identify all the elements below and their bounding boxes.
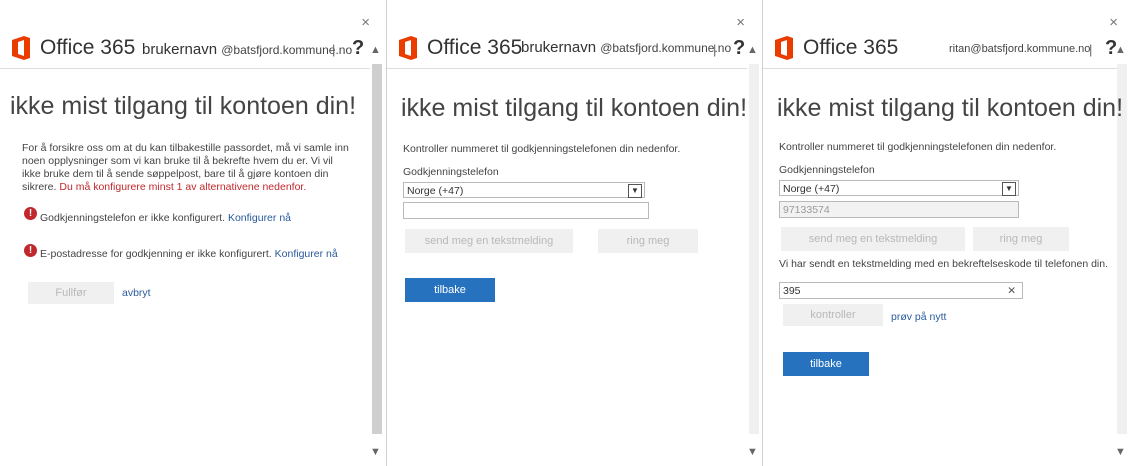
phone-input: 97133574	[779, 201, 1019, 218]
brand-title: Office 365	[40, 36, 136, 59]
dialog-header: Office 365 ritan@batsfjord.kommune.no | …	[773, 36, 1117, 64]
help-icon[interactable]: ?	[733, 37, 745, 60]
close-icon[interactable]: ×	[736, 14, 745, 31]
dialog-panel-1: × Office 365 brukernavn @batsfjord.kommu…	[0, 0, 384, 466]
finish-button[interactable]: Fullfør	[28, 282, 114, 304]
header-separator: |	[332, 42, 336, 57]
call-me-button[interactable]: ring meg	[973, 227, 1069, 251]
configure-phone-link[interactable]: Konfigurer nå	[228, 212, 291, 224]
chevron-down-icon[interactable]: ▼	[1002, 182, 1016, 196]
scroll-track[interactable]	[749, 64, 759, 434]
clear-icon[interactable]: ✕	[1007, 283, 1016, 300]
signed-in-account: brukernavn @batsfjord.kommune.no	[521, 39, 732, 56]
phone-not-configured-row: Godkjenningstelefon er ikke konfigurert.…	[40, 212, 291, 224]
intro-text: For å forsikre oss om at du kan tilbakes…	[22, 142, 349, 193]
page-title: ikke mist tilgang til kontoen din!	[401, 94, 748, 122]
country-select[interactable]: Norge (+47) ▼	[779, 180, 1019, 196]
sms-sent-message: Vi har sendt en tekstmelding med en bekr…	[779, 258, 1109, 270]
instruction-text: Kontroller nummeret til godkjenningstele…	[403, 143, 681, 155]
send-sms-button[interactable]: send meg en tekstmelding	[405, 229, 573, 253]
scroll-down-icon[interactable]: ▼	[370, 446, 381, 458]
header-separator: |	[713, 42, 717, 57]
back-button[interactable]: tilbake	[405, 278, 495, 302]
dialog-panel-2: × Office 365 brukernavn @batsfjord.kommu…	[386, 0, 761, 466]
scrollbar[interactable]: ▲ ▼	[370, 44, 384, 458]
phone-input[interactable]	[403, 202, 649, 219]
retry-link[interactable]: prøv på nytt	[891, 311, 946, 324]
close-icon[interactable]: ×	[361, 14, 370, 31]
dialog-header: Office 365 brukernavn @batsfjord.kommune…	[397, 36, 745, 64]
phone-label: Godkjenningstelefon	[403, 166, 499, 178]
back-button[interactable]: tilbake	[783, 352, 869, 376]
page-title: ikke mist tilgang til kontoen din!	[777, 94, 1124, 122]
scroll-up-icon[interactable]: ▲	[1115, 44, 1126, 56]
send-sms-button[interactable]: send meg en tekstmelding	[781, 227, 965, 251]
close-icon[interactable]: ×	[1109, 14, 1118, 31]
dialog-header: Office 365 brukernavn @batsfjord.kommune…	[10, 36, 366, 64]
scroll-down-icon[interactable]: ▼	[747, 446, 758, 458]
call-me-button[interactable]: ring meg	[598, 229, 698, 253]
header-divider	[0, 68, 370, 69]
email-not-configured-row: E-postadresse for godkjenning er ikke ko…	[40, 248, 338, 260]
dialog-panel-3: × Office 365 ritan@batsfjord.kommune.no …	[762, 0, 1131, 466]
scroll-track[interactable]	[372, 64, 382, 434]
header-separator: |	[1089, 42, 1093, 57]
office-logo-icon	[399, 36, 417, 60]
intro-warning: Du må konfigurere minst 1 av alternative…	[59, 181, 307, 193]
signed-in-account: ritan@batsfjord.kommune.no	[949, 43, 1091, 55]
header-divider	[763, 68, 1118, 69]
page-title: ikke mist tilgang til kontoen din!	[10, 92, 357, 120]
cancel-link[interactable]: avbryt	[122, 287, 151, 300]
header-divider	[387, 68, 747, 69]
scroll-up-icon[interactable]: ▲	[370, 44, 381, 56]
configure-email-link[interactable]: Konfigurer nå	[275, 248, 338, 260]
scrollbar[interactable]: ▲ ▼	[747, 44, 761, 458]
error-icon: !	[24, 244, 37, 257]
error-icon: !	[24, 207, 37, 220]
scroll-down-icon[interactable]: ▼	[1115, 446, 1126, 458]
brand-title: Office 365	[427, 36, 523, 59]
instruction-text: Kontroller nummeret til godkjenningstele…	[779, 141, 1057, 153]
help-icon[interactable]: ?	[352, 37, 364, 60]
office-logo-icon	[775, 36, 793, 60]
phone-label: Godkjenningstelefon	[779, 164, 875, 176]
brand-title: Office 365	[803, 36, 899, 59]
verify-button[interactable]: kontroller	[783, 304, 883, 326]
office-logo-icon	[12, 36, 30, 60]
country-select[interactable]: Norge (+47) ▼	[403, 182, 645, 198]
scroll-up-icon[interactable]: ▲	[747, 44, 758, 56]
verification-code-input[interactable]: 395 ✕	[779, 282, 1023, 299]
chevron-down-icon[interactable]: ▼	[628, 184, 642, 198]
signed-in-account: brukernavn @batsfjord.kommune.no	[142, 41, 353, 58]
